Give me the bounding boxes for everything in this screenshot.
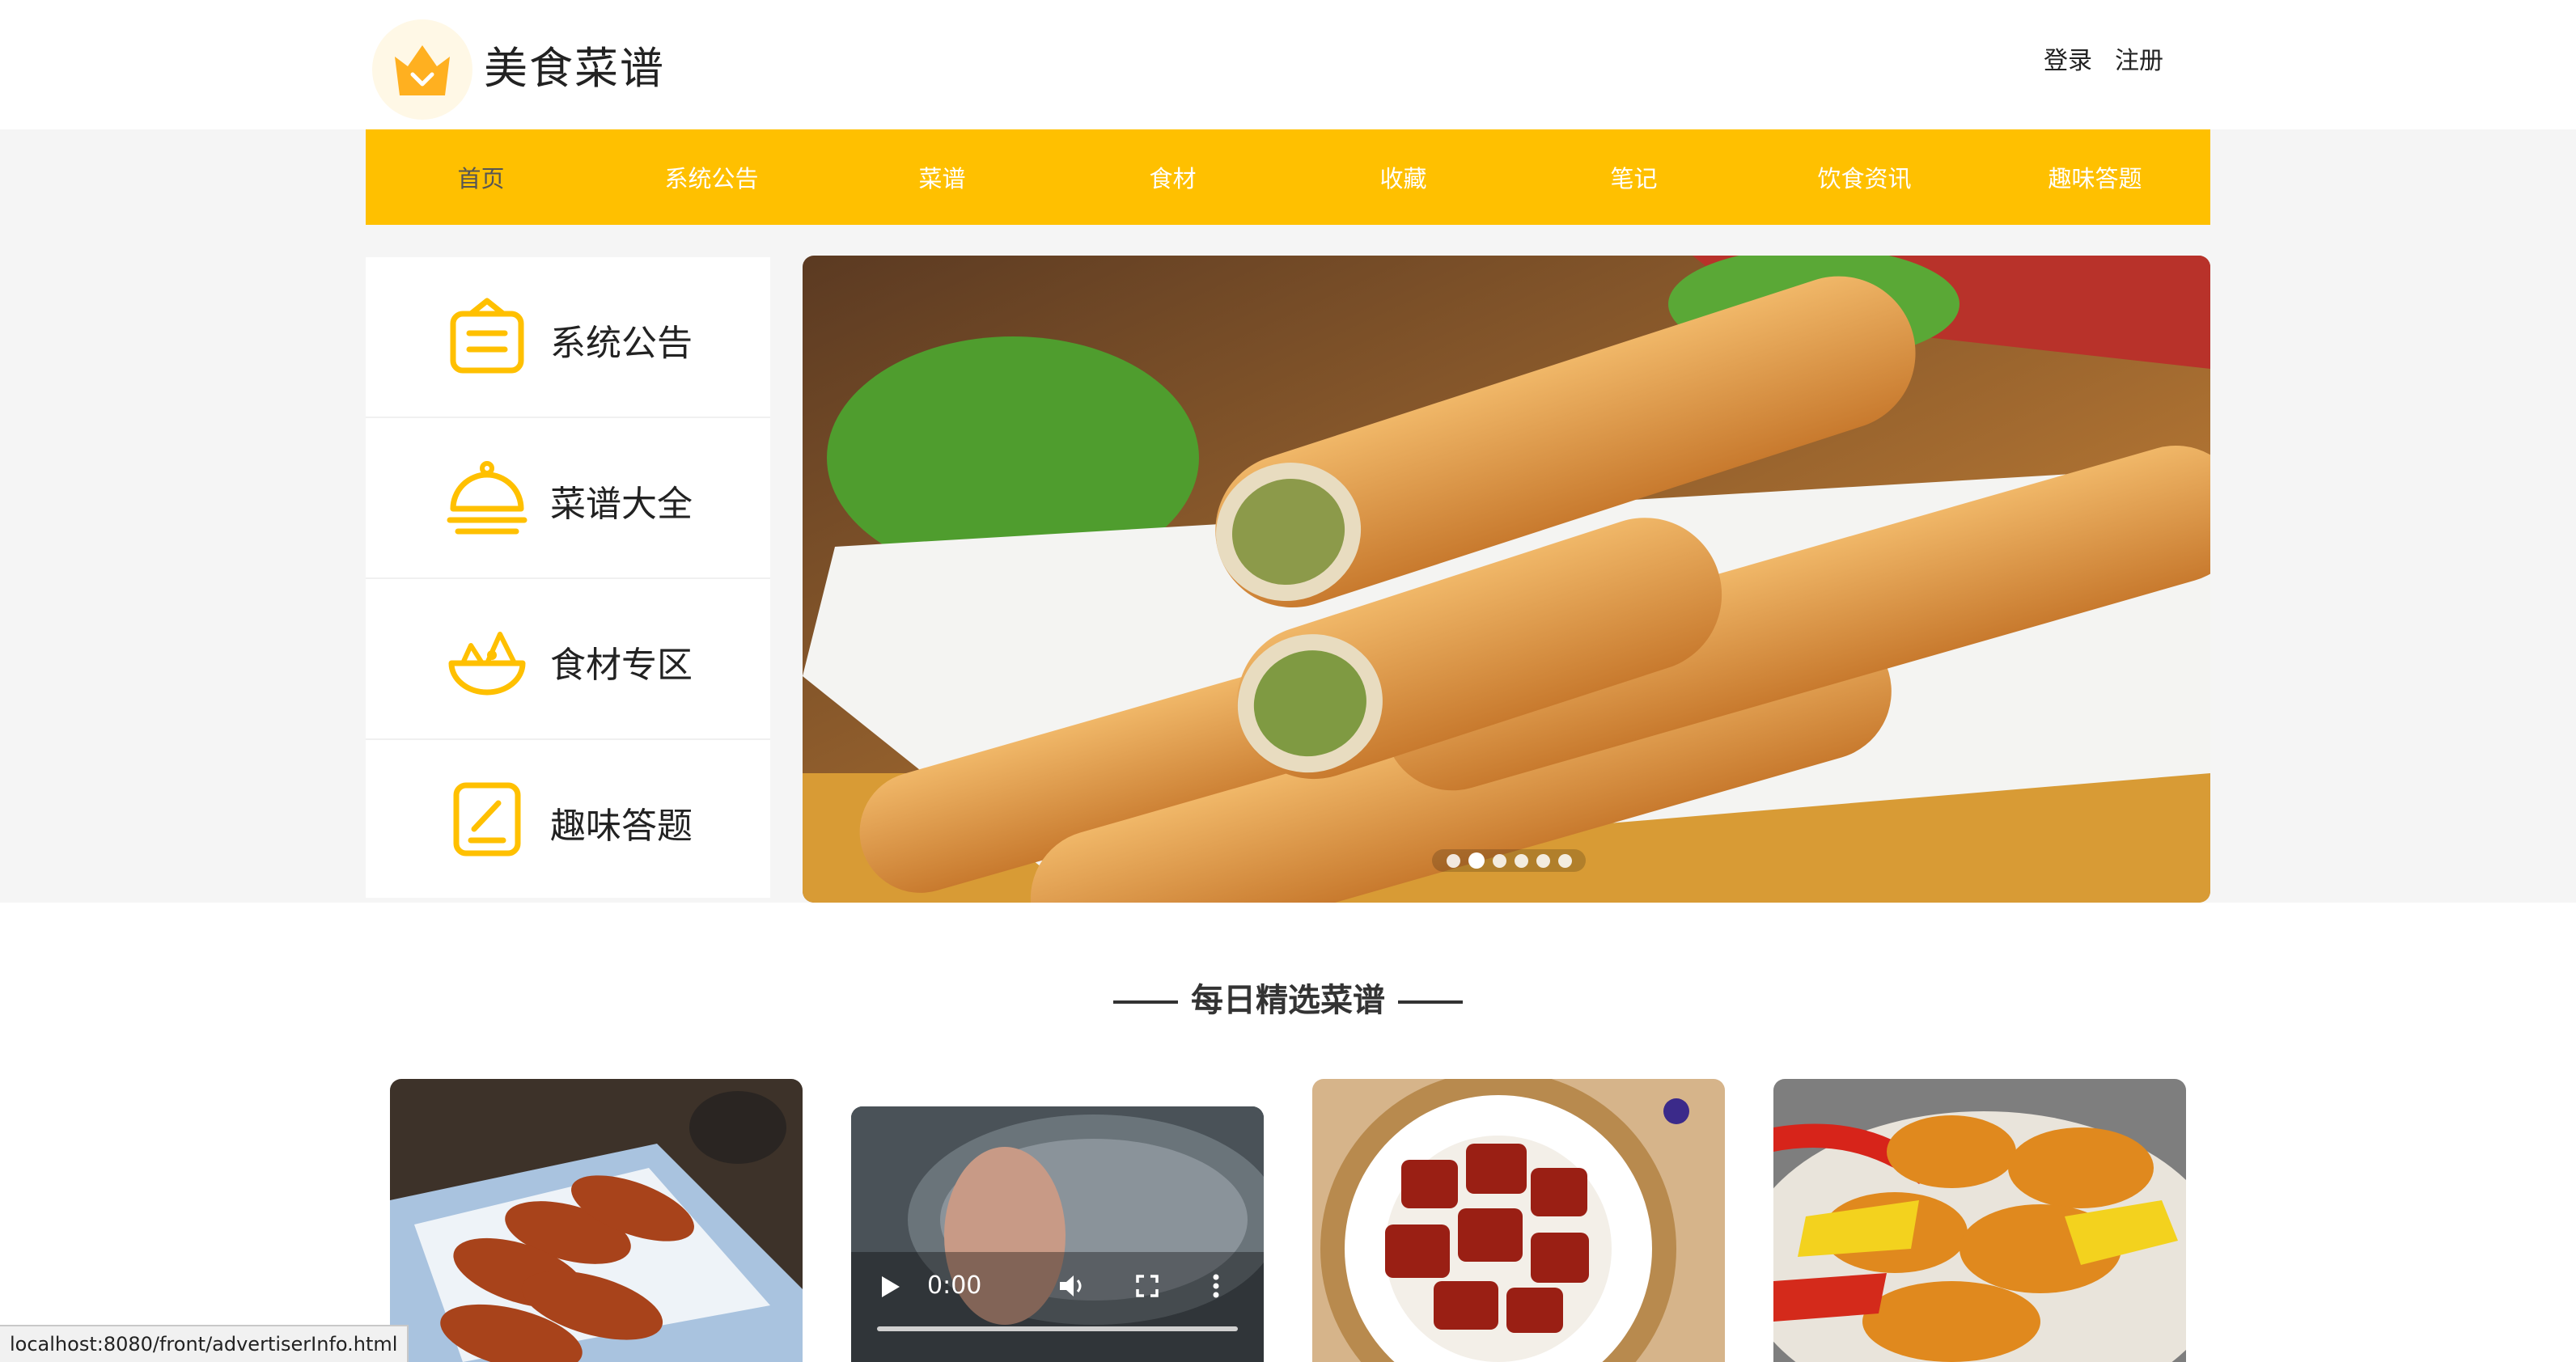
- recipe-card[interactable]: [390, 1079, 803, 1362]
- title-rule-left: [1113, 1000, 1178, 1004]
- side-item-label: 食材专区: [550, 645, 693, 686]
- nav-item-favorites[interactable]: 收藏: [1288, 129, 1519, 225]
- section-title-text: 每日精选菜谱: [1191, 982, 1385, 1019]
- recipe-card[interactable]: [1773, 1079, 2186, 1362]
- nav-item-quiz[interactable]: 趣味答题: [1980, 129, 2210, 225]
- nav-item-home[interactable]: 首页: [366, 129, 596, 225]
- cooking-video-frame: [851, 1106, 1264, 1362]
- food-cloche-icon: [447, 461, 527, 535]
- carousel-dot[interactable]: [1492, 853, 1506, 868]
- nav-item-announcements[interactable]: 系统公告: [596, 129, 827, 225]
- side-item-recipes[interactable]: 菜谱大全: [366, 418, 770, 579]
- side-menu: 系统公告 菜谱大全 食材专区 趣味答题: [366, 257, 770, 898]
- quiz-pencil-icon: [453, 782, 521, 857]
- fullscreen-icon[interactable]: [1136, 1275, 1159, 1297]
- more-options-icon[interactable]: [1212, 1273, 1220, 1299]
- register-link[interactable]: 注册: [2115, 40, 2163, 76]
- nav-item-diet-news[interactable]: 饮食资讯: [1749, 129, 1980, 225]
- main-nav: 首页 系统公告 菜谱 食材 收藏 笔记 饮食资讯 趣味答题: [366, 129, 2210, 225]
- login-link[interactable]: 登录: [2044, 40, 2092, 76]
- recipe-video-card[interactable]: 0:00: [851, 1106, 1264, 1362]
- video-time: 0:00: [927, 1271, 982, 1300]
- carousel-dots: [1432, 849, 1586, 872]
- sweet-sour-pork-photo: [1773, 1079, 2186, 1362]
- banner-carousel[interactable]: [803, 256, 2210, 903]
- status-url: localhost:8080/front/advertiserInfo.html: [0, 1325, 409, 1362]
- crown-icon[interactable]: [372, 19, 472, 120]
- site-title: 美食菜谱: [484, 43, 665, 94]
- side-item-label: 系统公告: [550, 323, 693, 364]
- carousel-dot-active[interactable]: [1468, 852, 1485, 869]
- recipe-card[interactable]: [1312, 1079, 1725, 1362]
- nav-item-notes[interactable]: 笔记: [1519, 129, 1749, 225]
- side-item-ingredients[interactable]: 食材专区: [366, 579, 770, 740]
- title-rule-right: [1398, 1000, 1463, 1004]
- video-progress-bar[interactable]: [877, 1326, 1238, 1331]
- carousel-dot[interactable]: [1557, 853, 1572, 868]
- carousel-dot[interactable]: [1514, 853, 1528, 868]
- carousel-dot[interactable]: [1536, 853, 1550, 868]
- salad-bowl-icon: [448, 632, 526, 696]
- site-header: 美食菜谱 登录 注册: [0, 0, 2576, 129]
- side-item-label: 趣味答题: [550, 806, 693, 847]
- side-item-announcements[interactable]: 系统公告: [366, 257, 770, 418]
- nav-item-ingredients[interactable]: 食材: [1057, 129, 1288, 225]
- spring-rolls-photo: [803, 256, 2210, 903]
- notice-board-icon: [450, 298, 524, 374]
- nav-item-recipes[interactable]: 菜谱: [827, 129, 1057, 225]
- play-icon[interactable]: [880, 1275, 901, 1299]
- carousel-dot[interactable]: [1446, 853, 1460, 868]
- volume-icon[interactable]: [1058, 1273, 1087, 1299]
- braised-pork-belly-photo: [1312, 1079, 1725, 1362]
- side-item-quiz[interactable]: 趣味答题: [366, 740, 770, 899]
- section-title: 每日精选菜谱: [0, 974, 2576, 1021]
- side-item-label: 菜谱大全: [550, 484, 693, 525]
- braised-chicken-wings-photo: [390, 1079, 803, 1362]
